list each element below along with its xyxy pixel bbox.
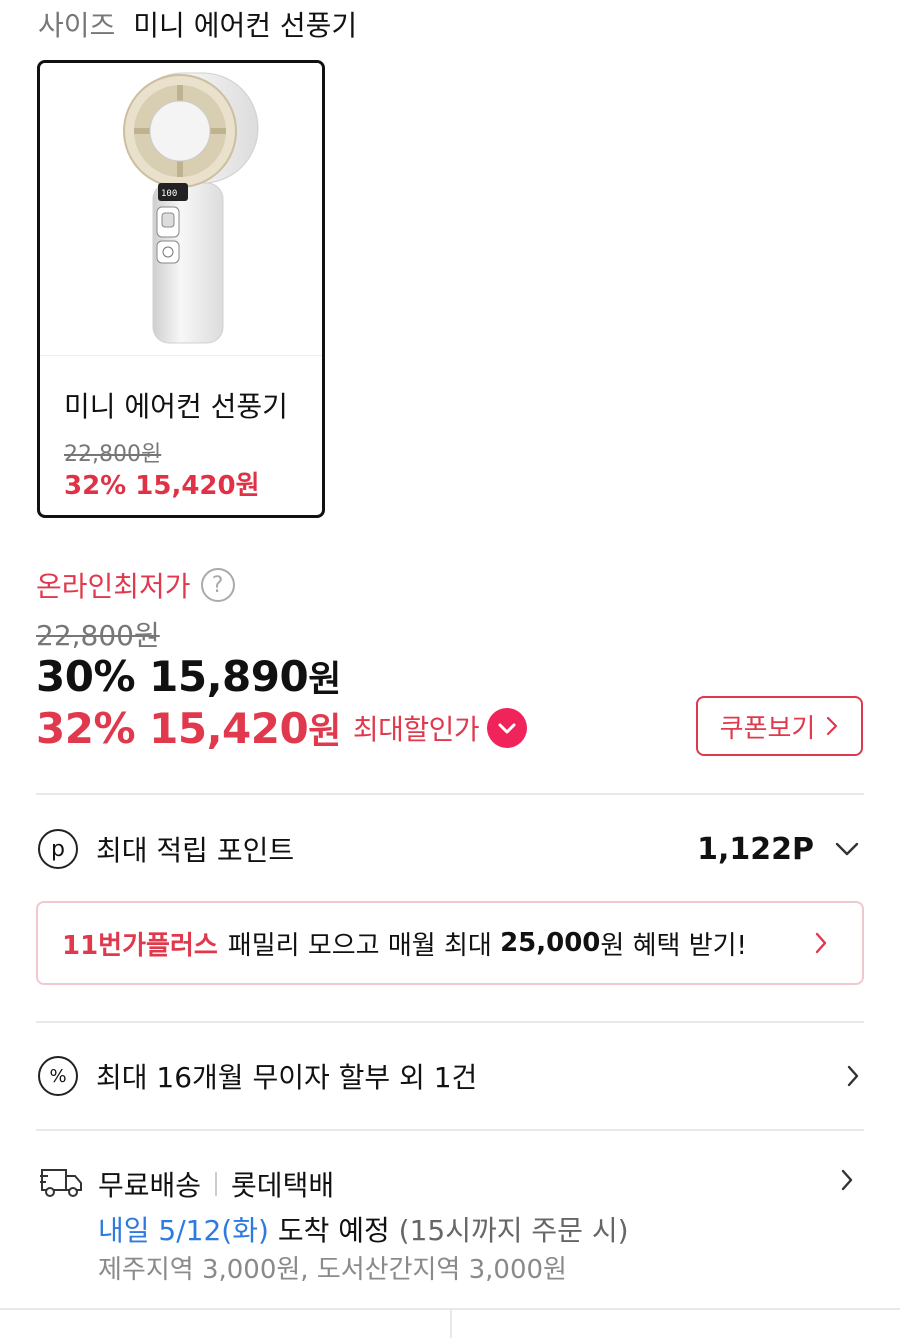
chevron-right-icon — [815, 932, 827, 954]
extra-shipping-fee: 제주지역 3,000원, 도서산간지역 3,000원 — [98, 1255, 567, 1285]
arrival-label: 도착 예정 — [277, 1214, 390, 1247]
svg-text:100: 100 — [161, 189, 177, 199]
plus-text-after: 원 혜택 받기! — [600, 930, 747, 961]
heart-check-icon — [487, 708, 528, 748]
product-image: 100 — [40, 63, 322, 356]
question-circle-icon[interactable]: ? — [200, 568, 235, 602]
max-discount-price-value: 32% 15,420 — [36, 703, 309, 753]
divider — [36, 793, 864, 795]
points-value: 1,122P — [697, 831, 814, 867]
plus-amount: 25,000 — [500, 928, 601, 958]
plus-text-before: 패밀리 모으고 매월 최대 — [227, 930, 492, 961]
size-value: 미니 에어컨 선풍기 — [133, 9, 358, 42]
discount-price-value: 30% 15,890 — [36, 652, 309, 701]
card-product-name: 미니 에어컨 선풍기 — [64, 390, 288, 423]
size-selector: 사이즈 미니 에어컨 선풍기 — [38, 4, 357, 44]
divider — [36, 1129, 864, 1131]
carrier-label: 롯데택배 — [231, 1169, 335, 1202]
divider — [450, 1308, 452, 1338]
free-shipping-label: 무료배송 — [98, 1169, 202, 1202]
plus-brand: 11번가플러스 — [62, 930, 218, 961]
order-cutoff-note: (15시까지 주문 시) — [398, 1214, 629, 1247]
lowest-price-label: 온라인최저가 ? — [36, 565, 235, 605]
product-option-card[interactable]: 100 미니 에어컨 선풍기 22,800원 32% 15,420원 — [37, 60, 325, 518]
chevron-right-icon — [847, 1065, 859, 1087]
shipping-line-1: 무료배송 롯데택배 — [98, 1164, 334, 1204]
truck-icon — [40, 1169, 82, 1197]
chevron-down-icon[interactable] — [834, 841, 860, 857]
p-circle-icon: p — [38, 829, 78, 869]
coupon-button[interactable]: 쿠폰보기 — [696, 696, 863, 756]
percent-circle-icon: % — [38, 1056, 78, 1096]
discount-price: 30% 15,890원 — [36, 650, 341, 702]
shipping-line-2: 내일 5/12(화) 도착 예정 (15시까지 주문 시) — [98, 1209, 629, 1249]
installment-row[interactable]: % 최대 16개월 무이자 할부 외 1건 — [38, 1053, 864, 1099]
card-sale-price: 32% 15,420원 — [64, 471, 260, 501]
max-discount-price: 32% 15,420 원 최대할인가 — [36, 702, 528, 754]
original-price: 22,800원 — [36, 619, 160, 652]
coupon-button-label: 쿠폰보기 — [719, 713, 816, 744]
max-discount-price-unit: 원 — [308, 711, 341, 752]
chevron-right-icon — [841, 1169, 853, 1191]
arrival-date: 내일 5/12(화) — [98, 1214, 269, 1247]
lowest-price-text: 온라인최저가 — [36, 570, 191, 603]
chevron-right-icon — [827, 716, 838, 736]
size-label: 사이즈 — [38, 9, 116, 42]
separator — [215, 1172, 218, 1196]
points-row[interactable]: p 최대 적립 포인트 1,122P — [38, 826, 864, 872]
plus-banner[interactable]: 11번가플러스 패밀리 모으고 매월 최대 25,000 원 혜택 받기! — [36, 901, 864, 985]
handheld-fan-image: 100 — [123, 72, 259, 344]
installment-label: 최대 16개월 무이자 할부 외 1건 — [96, 1061, 478, 1094]
points-label: 최대 적립 포인트 — [96, 834, 295, 867]
discount-price-unit: 원 — [308, 659, 341, 700]
max-discount-label: 최대할인가 — [352, 713, 480, 746]
card-original-price: 22,800원 — [64, 442, 162, 467]
divider — [36, 1021, 864, 1023]
